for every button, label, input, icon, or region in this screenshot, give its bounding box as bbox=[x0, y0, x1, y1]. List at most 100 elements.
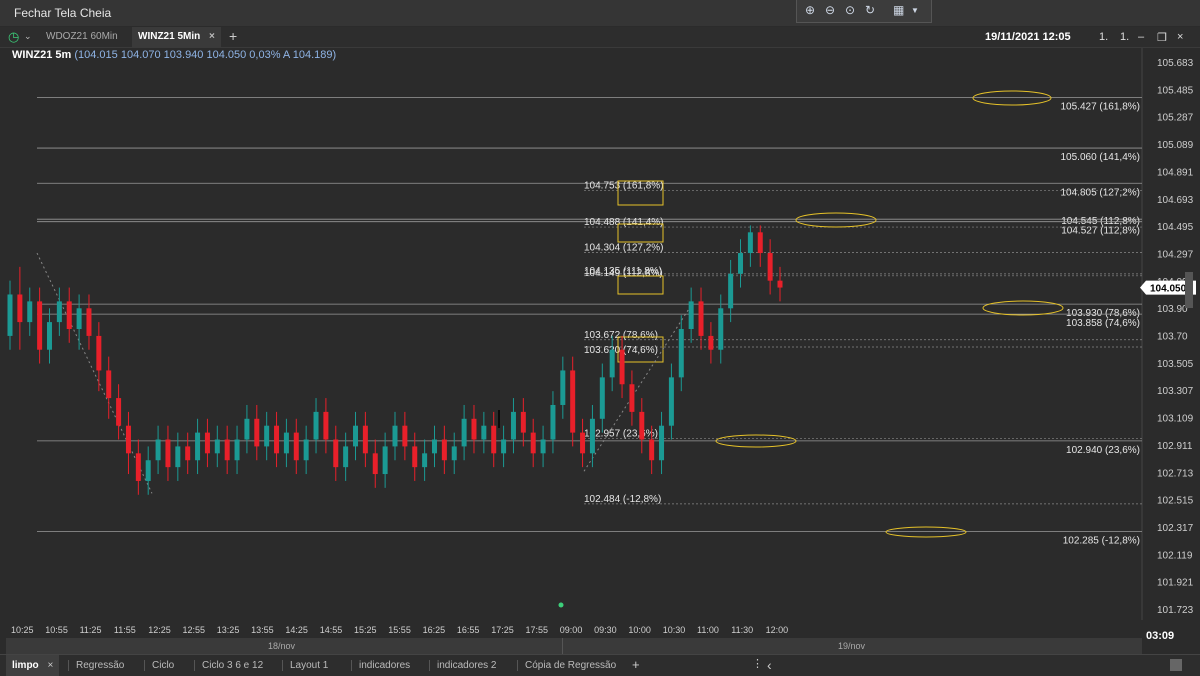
candle-body bbox=[659, 425, 665, 461]
candle-body bbox=[708, 335, 714, 350]
highlight-ellipse bbox=[795, 212, 877, 228]
refresh-icon[interactable]: ↻ bbox=[865, 3, 875, 17]
tab-separator bbox=[351, 660, 352, 671]
candle-body bbox=[125, 425, 131, 454]
date-divider bbox=[562, 638, 563, 654]
fib-mid-label: 102.957 (23,6%) bbox=[584, 429, 658, 440]
ctrl-2[interactable]: 1. bbox=[1120, 31, 1129, 43]
bottom-tab-1[interactable]: Regressão bbox=[70, 655, 130, 676]
candle-body bbox=[698, 301, 704, 336]
tab-separator bbox=[282, 660, 283, 671]
candle-body bbox=[589, 418, 595, 454]
date-bar: 18/nov 19/nov bbox=[6, 638, 1142, 654]
price-tick-label: 105.089 bbox=[1157, 140, 1194, 151]
time-tick-label: 09:30 bbox=[594, 625, 617, 635]
candle-body bbox=[46, 322, 52, 350]
time-tick-label: 15:25 bbox=[354, 625, 377, 635]
fib-right-label: 102.285 (-12,8%) bbox=[1063, 535, 1140, 546]
layout-icon[interactable]: ▦ bbox=[893, 3, 904, 17]
close-icon[interactable]: × bbox=[1177, 31, 1183, 43]
zoom-out-icon[interactable]: ⊖ bbox=[825, 3, 835, 17]
time-tick-label: 11:25 bbox=[79, 625, 102, 635]
price-tick-label: 102.119 bbox=[1157, 550, 1193, 561]
price-tick-label: 105.683 bbox=[1157, 58, 1194, 69]
candle-body bbox=[165, 439, 171, 468]
candle-body bbox=[688, 301, 694, 330]
zoom-in-icon[interactable]: ⊕ bbox=[805, 3, 815, 17]
tab-separator bbox=[517, 660, 518, 671]
dropdown-arrow-icon[interactable]: ▼ bbox=[911, 6, 919, 15]
title-bar: Fechar Tela Cheia bbox=[0, 0, 1200, 26]
tab-separator bbox=[194, 660, 195, 671]
panel-toggle-icon[interactable] bbox=[1170, 659, 1182, 671]
fib-mid-label: 104.753 (161,8%) bbox=[584, 180, 664, 191]
price-tick-label: 104.297 bbox=[1157, 249, 1194, 260]
candle-body bbox=[17, 294, 23, 323]
time-tick-label: 15:55 bbox=[388, 625, 411, 635]
chevron-down-icon[interactable]: ⌄ bbox=[24, 31, 32, 42]
candle-body bbox=[372, 453, 378, 475]
scroll-left-icon[interactable]: ‹ bbox=[767, 657, 772, 673]
bottom-tab-2[interactable]: Ciclo bbox=[146, 655, 180, 676]
ctrl-1[interactable]: 1. bbox=[1099, 31, 1108, 43]
time-tick-label: 17:55 bbox=[525, 625, 549, 635]
time-tick-label: 10:00 bbox=[628, 625, 651, 635]
candle-body bbox=[678, 329, 684, 378]
chart-toolbox: ⊕ ⊖ ⊙ ↻ ▦ ▼ bbox=[796, 0, 932, 23]
time-tick-label: 12:00 bbox=[765, 625, 789, 635]
candle-body bbox=[520, 411, 526, 433]
price-tick-label: 101.921 bbox=[1157, 578, 1194, 589]
candle-body bbox=[56, 301, 62, 323]
candle-body bbox=[303, 439, 309, 461]
candle-body bbox=[392, 425, 398, 447]
candle-body bbox=[254, 418, 260, 447]
candle-body bbox=[767, 253, 773, 281]
add-tab-icon[interactable]: + bbox=[229, 28, 237, 44]
price-tick-label: 104.891 bbox=[1157, 167, 1194, 178]
candle-body bbox=[501, 439, 507, 454]
exit-fullscreen-label[interactable]: Fechar Tela Cheia bbox=[14, 6, 111, 20]
restore-icon[interactable]: ❐ bbox=[1157, 31, 1167, 44]
time-tick-label: 13:25 bbox=[216, 625, 240, 635]
bottom-tab-5[interactable]: indicadores bbox=[353, 655, 416, 676]
price-tick-label: 103.505 bbox=[1157, 359, 1194, 370]
bottom-tab-3[interactable]: Ciclo 3 6 e 12 bbox=[196, 655, 269, 676]
more-icon[interactable]: ⋮ bbox=[752, 657, 763, 670]
time-tick-label: 12:25 bbox=[148, 625, 171, 635]
close-tab-icon[interactable]: × bbox=[209, 31, 215, 42]
highlight-ellipse bbox=[972, 90, 1052, 106]
price-tick-label: 102.911 bbox=[1157, 441, 1193, 452]
candle-body bbox=[629, 384, 635, 412]
minimize-icon[interactable]: – bbox=[1138, 31, 1144, 43]
add-tab-icon[interactable]: + bbox=[632, 657, 640, 672]
candle-body bbox=[530, 432, 536, 454]
fib-mid-label: 104.135 (111,8%) bbox=[584, 266, 662, 277]
bottom-tab-6[interactable]: indicadores 2 bbox=[431, 655, 502, 676]
candle-body bbox=[283, 432, 289, 454]
close-tab-icon[interactable]: × bbox=[45, 660, 53, 671]
bottom-tab-7[interactable]: Cópia de Regressão bbox=[519, 655, 622, 676]
candle-body bbox=[86, 308, 92, 336]
candle-body bbox=[362, 425, 368, 454]
candle-body bbox=[441, 439, 447, 461]
fib-right-label: 105.427 (161,8%) bbox=[1060, 101, 1140, 112]
tab-separator bbox=[429, 660, 430, 671]
tab-wdoz21[interactable]: WDOZ21 60Min bbox=[40, 27, 124, 47]
price-scrollbar bbox=[1185, 272, 1193, 308]
candle-body bbox=[461, 418, 467, 447]
bottom-tab-0[interactable]: limpo × bbox=[6, 655, 60, 676]
tab-winz21[interactable]: WINZ21 5Min × bbox=[132, 27, 221, 47]
fib-mid-label: 103.672 (78,6%) bbox=[584, 330, 658, 341]
datetime: 19/11/2021 12:05 bbox=[985, 31, 1071, 43]
price-tick-label: 105.287 bbox=[1157, 113, 1194, 124]
candle-body bbox=[135, 453, 141, 481]
candle-body bbox=[234, 439, 240, 461]
clock-icon[interactable]: ◷ bbox=[8, 29, 19, 45]
bottom-tab-4[interactable]: Layout 1 bbox=[284, 655, 334, 676]
candle-body bbox=[639, 411, 645, 440]
candle-body bbox=[777, 280, 783, 288]
price-chart[interactable]: 105.683 105.485 105.287 105.089 104.891 104.6… bbox=[0, 48, 1200, 620]
zoom-reset-icon[interactable]: ⊙ bbox=[845, 3, 855, 17]
time-tick-label: 10:55 bbox=[45, 625, 68, 635]
fib-right-label: 103.858 (74,6%) bbox=[1066, 318, 1140, 329]
